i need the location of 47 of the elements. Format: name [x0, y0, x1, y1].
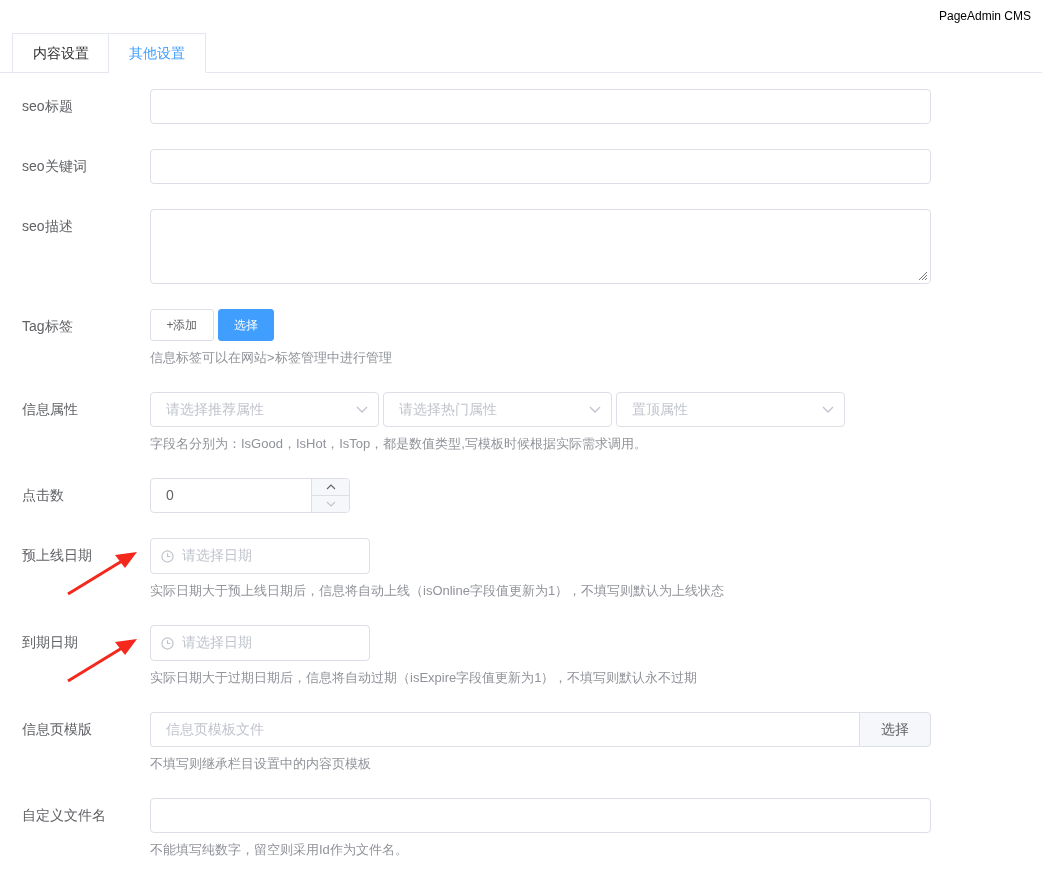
field-label: Tag标签 — [22, 318, 73, 334]
chevron-down-icon — [589, 405, 601, 414]
placeholder-text: 请选择热门属性 — [399, 400, 497, 419]
date-field[interactable]: 请选择日期 — [150, 538, 370, 574]
clock-icon — [161, 636, 174, 650]
select-field[interactable]: 置顶属性 — [616, 392, 845, 427]
text-field[interactable] — [150, 798, 931, 833]
field-label: 自定义文件名 — [22, 807, 106, 823]
field-label: seo关键词 — [22, 158, 87, 174]
select-button[interactable]: 选择 — [218, 309, 274, 341]
text-field[interactable] — [150, 89, 931, 124]
chevron-down-icon — [356, 405, 368, 414]
tab[interactable]: 其他设置 — [109, 33, 206, 73]
resize-grip-icon — [916, 269, 928, 281]
hint-text: 信息标签可以在网站>标签管理中进行管理 — [150, 349, 393, 367]
placeholder-text: 信息页模板文件 — [166, 720, 264, 739]
clock-icon — [161, 549, 174, 563]
hint-text: 字段名分别为：IsGood，IsHot，IsTop，都是数值类型,写模板时候根据实际需求调用。 — [150, 435, 648, 453]
field-label: 信息页模版 — [22, 721, 92, 737]
field-label: 点击数 — [22, 487, 64, 503]
text-field[interactable] — [150, 149, 931, 184]
field-label: 预上线日期 — [22, 547, 92, 563]
field-label: seo描述 — [22, 218, 73, 234]
select-field[interactable]: 请选择热门属性 — [383, 392, 612, 427]
date-field[interactable]: 请选择日期 — [150, 625, 370, 661]
hint-text: 实际日期大于过期日期后，信息将自动过期（isExpire字段值更新为1），不填写则默认永不过期 — [150, 669, 699, 687]
select-field[interactable]: 请选择推荐属性 — [150, 392, 379, 427]
hint-text: 实际日期大于预上线日期后，信息将自动上线（isOnline字段值更新为1），不填写则默认为上线状态 — [150, 582, 726, 600]
placeholder-text: 请选择日期 — [182, 634, 252, 652]
field-label: seo标题 — [22, 98, 73, 114]
field-label: 信息属性 — [22, 401, 78, 417]
select-button[interactable]: 选择 — [859, 712, 931, 747]
brand-text: PageAdmin CMS — [938, 9, 1031, 24]
placeholder-text: 请选择日期 — [182, 547, 252, 565]
hint-text: 不填写则继承栏目设置中的内容页模板 — [150, 755, 372, 773]
placeholder-text: 请选择推荐属性 — [166, 400, 264, 419]
chevron-down-icon — [822, 405, 834, 414]
text-area[interactable] — [150, 209, 931, 284]
number-field[interactable]: 0 — [150, 478, 350, 513]
hint-text: 不能填写纯数字，留空则采用Id作为文件名。 — [150, 841, 409, 859]
chevron-down-icon — [325, 501, 336, 507]
chevron-up-icon — [325, 484, 336, 490]
add-button[interactable]: +添加 — [150, 309, 214, 341]
tab[interactable]: 内容设置 — [12, 33, 109, 73]
placeholder-text: 置顶属性 — [632, 400, 688, 419]
field-label: 到期日期 — [22, 634, 78, 650]
template-file-field[interactable]: 信息页模板文件 — [150, 712, 859, 747]
